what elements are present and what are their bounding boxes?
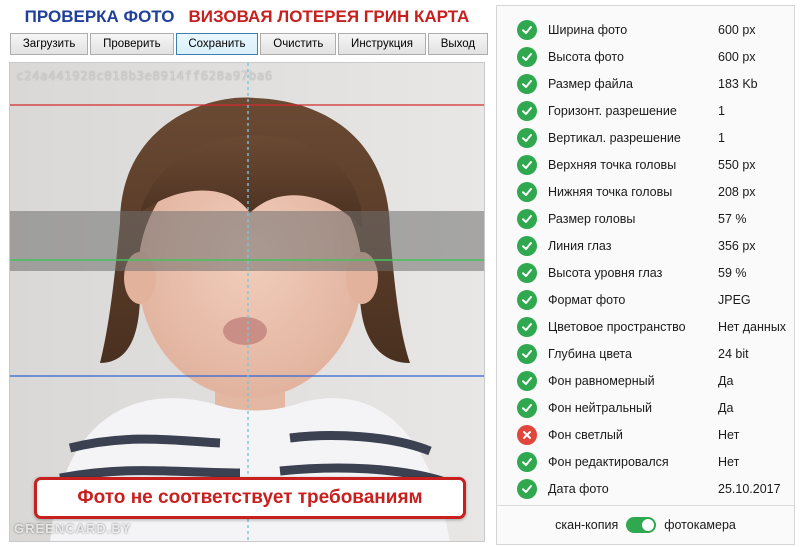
check-value: Нет данных	[718, 319, 787, 334]
check-label: Линия глаз	[548, 238, 612, 253]
source-toggle-row: скан-копия фотокамера	[497, 505, 794, 544]
toolbar: Загрузить Проверить Сохранить Очистить И…	[10, 33, 488, 57]
photo-hash: c24a441928c018b3e8914ff628a97ba6	[16, 68, 273, 83]
check-icon	[517, 46, 537, 67]
check-icon	[517, 343, 537, 364]
check-label: Глубина цвета	[548, 346, 632, 361]
check-value: 208 px	[718, 184, 756, 199]
check-value: 183 Kb	[718, 76, 758, 91]
check-label: Размер головы	[548, 211, 636, 226]
check-row: Нижняя точка головы 208 px	[497, 178, 794, 205]
check-value: 24 bit	[718, 346, 749, 361]
check-row: Горизонт. разрешение 1	[497, 97, 794, 124]
check-value: Да	[718, 373, 734, 388]
check-row: Формат фото JPEG	[497, 286, 794, 313]
check-row: Фон нейтральный Да	[497, 394, 794, 421]
check-row: Линия глаз 356 px	[497, 232, 794, 259]
check-row: Дата фото 25.10.2017	[497, 475, 794, 502]
check-icon	[517, 181, 537, 202]
check-icon	[517, 73, 537, 94]
check-value: 25.10.2017	[718, 481, 781, 496]
source-toggle[interactable]	[626, 517, 657, 533]
watermark: GREENCARD.BY	[14, 521, 132, 536]
photo-preview[interactable]: c24a441928c018b3e8914ff628a97ba6 GREENCA…	[9, 62, 485, 542]
check-value: 57 %	[718, 211, 747, 226]
check-value: 59 %	[718, 265, 747, 280]
app-header: ПРОВЕРКА ФОТО ВИЗОВАЯ ЛОТЕРЕЯ ГРИН КАРТА	[0, 0, 494, 34]
check-icon	[517, 127, 537, 148]
check-icon	[517, 289, 537, 310]
check-label: Фон редактировался	[548, 454, 669, 469]
instruction-button[interactable]: Инструкция	[338, 33, 426, 55]
check-row: Глубина цвета 24 bit	[497, 340, 794, 367]
check-icon	[517, 100, 537, 121]
check-value: Нет	[718, 427, 740, 442]
check-value: 356 px	[718, 238, 756, 253]
check-value: 600 px	[718, 49, 756, 64]
check-label: Размер файла	[548, 76, 633, 91]
check-label: Верхняя точка головы	[548, 157, 677, 172]
check-icon	[517, 478, 537, 499]
checks-list: Ширина фото 600 px Высота фото 600 px Размер…	[497, 16, 794, 502]
check-icon	[517, 451, 537, 472]
check-row: Цветовое пространство Нет данных	[497, 313, 794, 340]
check-label: Нижняя точка головы	[548, 184, 673, 199]
check-label: Формат фото	[548, 292, 626, 307]
check-row: Размер файла 183 Kb	[497, 70, 794, 97]
check-label: Высота фото	[548, 49, 624, 64]
exit-button[interactable]: Выход	[427, 33, 488, 55]
check-icon	[517, 397, 537, 418]
check-label: Ширина фото	[548, 22, 628, 37]
check-button[interactable]: Проверить	[90, 33, 174, 55]
scan-copy-label: скан-копия	[555, 518, 619, 532]
check-icon	[517, 370, 537, 391]
check-value: Нет	[718, 454, 740, 469]
clear-button[interactable]: Очистить	[260, 33, 337, 55]
check-value: Да	[718, 400, 734, 415]
photo-image	[10, 63, 484, 541]
check-row: Фон равномерный Да	[497, 367, 794, 394]
camera-label: фотокамера	[664, 518, 736, 532]
check-label: Фон светлый	[548, 427, 623, 442]
check-label: Вертикал. разрешение	[548, 130, 681, 145]
check-icon	[517, 154, 537, 175]
check-label: Дата фото	[548, 481, 609, 496]
check-label: Фон нейтральный	[548, 400, 652, 415]
check-value: 1	[718, 130, 725, 145]
check-value: 1	[718, 103, 725, 118]
cross-icon	[517, 424, 537, 445]
check-icon	[517, 235, 537, 256]
check-row: Фон редактировался Нет	[497, 448, 794, 475]
save-button[interactable]: Сохранить	[175, 33, 259, 55]
check-row: Вертикал. разрешение 1	[497, 124, 794, 151]
load-button[interactable]: Загрузить	[10, 33, 89, 55]
check-row: Высота уровня глаз 59 %	[497, 259, 794, 286]
check-value: 600 px	[718, 22, 756, 37]
check-label: Цветовое пространство	[548, 319, 686, 334]
title-photo-check: ПРОВЕРКА ФОТО	[24, 7, 175, 26]
checks-panel: Ширина фото 600 px Высота фото 600 px Размер…	[496, 5, 795, 545]
toggle-knob	[642, 519, 655, 531]
check-row: Размер головы 57 %	[497, 205, 794, 232]
check-label: Высота уровня глаз	[548, 265, 663, 280]
verdict-banner: Фото не соответствует требованиям	[34, 477, 466, 519]
check-row: Фон светлый Нет	[497, 421, 794, 448]
check-icon	[517, 19, 537, 40]
check-icon	[517, 208, 537, 229]
check-row: Высота фото 600 px	[497, 43, 794, 70]
check-label: Фон равномерный	[548, 373, 655, 388]
check-icon	[517, 316, 537, 337]
check-value: 550 px	[718, 157, 756, 172]
check-value: JPEG	[718, 292, 751, 307]
check-label: Горизонт. разрешение	[548, 103, 677, 118]
check-row: Ширина фото 600 px	[497, 16, 794, 43]
title-lottery: ВИЗОВАЯ ЛОТЕРЕЯ ГРИН КАРТА	[188, 7, 470, 26]
check-row: Верхняя точка головы 550 px	[497, 151, 794, 178]
check-icon	[517, 262, 537, 283]
